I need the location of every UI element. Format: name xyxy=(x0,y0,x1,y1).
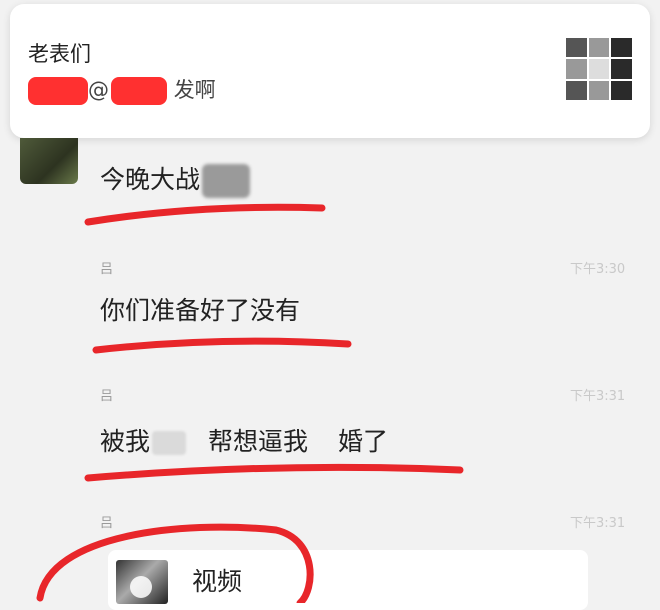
underline-mark xyxy=(84,463,464,482)
underline-mark xyxy=(84,203,326,226)
underline-mark xyxy=(92,337,352,354)
circle-mark xyxy=(36,523,314,603)
red-annotation-marks xyxy=(36,203,464,603)
